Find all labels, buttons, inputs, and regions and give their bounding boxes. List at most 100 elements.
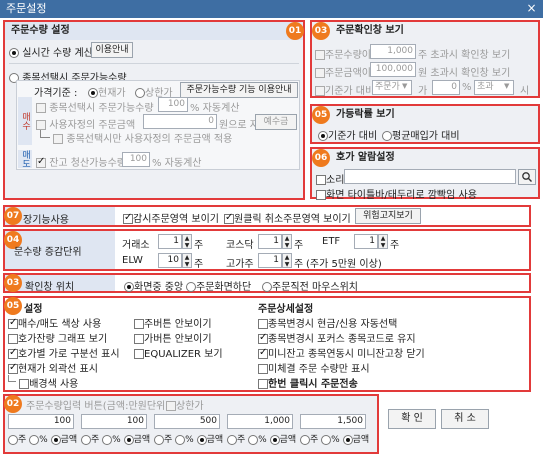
qty-button-input-5[interactable]: 1,500 xyxy=(300,414,366,429)
checkbox[interactable] xyxy=(8,362,18,374)
setting-buysell-color[interactable]: 매수/매도 색상 사용 xyxy=(8,315,101,330)
qty-mode-group-2[interactable]: 주 % 금액 xyxy=(81,432,150,445)
etf-step-input[interactable]: 1 xyxy=(354,234,378,249)
radio[interactable] xyxy=(196,434,207,445)
current-price-option[interactable]: 현재가 xyxy=(88,84,126,99)
radio[interactable] xyxy=(8,434,18,445)
radio[interactable] xyxy=(321,434,332,445)
detail-auto-cash-credit[interactable]: 종목변경시 현금/신용 자동선택 xyxy=(258,315,397,330)
checkbox[interactable] xyxy=(134,319,144,329)
radio[interactable] xyxy=(175,434,186,445)
radio[interactable] xyxy=(102,434,113,445)
elw-spinner[interactable]: ▲ ▼ xyxy=(182,253,192,268)
realtime-radio[interactable] xyxy=(9,48,19,58)
radio[interactable] xyxy=(123,434,134,445)
setting-hide-price-button[interactable]: 가버튼 안보이기 xyxy=(134,330,212,345)
radio[interactable] xyxy=(342,434,353,445)
radio[interactable] xyxy=(29,434,40,445)
kosdaq-step-input[interactable]: 1 xyxy=(258,234,282,249)
setting-divider-lines[interactable]: 호가별 가로 구분선 표시 xyxy=(8,345,120,360)
radio[interactable] xyxy=(269,434,280,445)
usage-guide-button[interactable]: 이용안내 xyxy=(91,42,133,58)
checkbox[interactable] xyxy=(19,379,30,389)
base-price-rate-option[interactable]: 기준가 대비 xyxy=(318,127,377,142)
deposit-button[interactable]: 예수금 xyxy=(255,114,297,130)
mouse-position-option[interactable]: 주문직전 마우스위치 xyxy=(262,278,358,293)
center-position-option[interactable]: 화면중 중앙 xyxy=(124,278,183,293)
checkbox[interactable] xyxy=(258,364,268,374)
buy-qty-percent-input[interactable]: 100 xyxy=(158,97,188,112)
etf-spinner[interactable]: ▲ ▼ xyxy=(378,234,388,249)
bottom-position-option[interactable]: 주문화면하단 xyxy=(186,278,251,293)
custom-amount-only-checkbox[interactable] xyxy=(53,134,64,144)
detail-close-mini-balance[interactable]: 미니잔고 종목연동시 미니잔고창 닫기 xyxy=(258,345,425,360)
search-icon[interactable] xyxy=(518,169,536,185)
buy-item-qty-checkbox[interactable] xyxy=(36,103,46,113)
qty-confirm-checkbox[interactable] xyxy=(315,50,325,60)
oneclick-cancel-area-option[interactable]: 원클릭 취소주문영역 보이기 xyxy=(224,210,351,225)
setting-hide-qty-button[interactable]: 주버튼 안보이기 xyxy=(134,315,212,330)
kosdaq-spinner[interactable]: ▲ ▼ xyxy=(282,234,292,249)
center-position-radio[interactable] xyxy=(124,282,134,292)
ok-button[interactable]: 확 인 xyxy=(388,409,436,429)
checkbox[interactable] xyxy=(134,334,144,344)
konex-step-input[interactable]: 1 xyxy=(258,253,282,268)
checkbox[interactable] xyxy=(258,319,268,329)
konex-spinner[interactable]: ▲ ▼ xyxy=(282,253,292,268)
elw-step-input[interactable]: 10 xyxy=(158,253,182,268)
flash-checkbox[interactable] xyxy=(316,190,326,200)
detail-one-click-send[interactable]: 한번 클릭시 주문전송 xyxy=(258,375,358,390)
base-price-confirm-option[interactable]: 기준가 대비 xyxy=(315,82,374,97)
risk-notice-button[interactable]: 위험고지보기 xyxy=(355,208,421,224)
chevron-down-icon[interactable]: ▼ xyxy=(504,82,509,90)
checkbox[interactable] xyxy=(258,332,268,344)
realtime-qty-option[interactable]: 실시간 수량 계산 xyxy=(9,44,93,59)
custom-amount-checkbox[interactable] xyxy=(36,120,46,130)
upper-limit-radio[interactable] xyxy=(135,88,145,98)
radio[interactable] xyxy=(248,434,259,445)
price-percent-input[interactable]: 0 xyxy=(432,80,460,95)
watch-order-area-checkbox[interactable] xyxy=(123,212,133,224)
qty-button-input-1[interactable]: 100 xyxy=(8,414,74,429)
sell-balance-qty-option[interactable]: 잔고 청산가능수량 xyxy=(36,154,126,169)
chevron-down-icon[interactable]: ▼ xyxy=(402,82,407,90)
current-price-radio[interactable] xyxy=(88,88,98,98)
flash-option[interactable]: 화면 타이틀바/태두리로 깜빡임 사용 xyxy=(316,186,477,201)
setting-equalizer[interactable]: EQUALIZER 보기 xyxy=(134,345,223,360)
checkbox[interactable] xyxy=(8,334,18,344)
radio[interactable] xyxy=(81,434,91,445)
base-price-confirm-checkbox[interactable] xyxy=(315,86,325,96)
upper-limit-check-option[interactable]: 상한가 xyxy=(166,397,204,412)
mouse-position-radio[interactable] xyxy=(262,282,272,292)
radio[interactable] xyxy=(300,434,310,445)
custom-amount-option[interactable]: 사용자정의 주문금액 xyxy=(36,116,135,131)
checkbox[interactable] xyxy=(134,349,144,359)
detail-keep-focus[interactable]: 종목변경시 포커스 종목코드로 유지 xyxy=(258,330,416,345)
upper-limit-checkbox[interactable] xyxy=(166,401,176,411)
custom-amount-input[interactable]: 0 xyxy=(143,114,217,129)
radio[interactable] xyxy=(50,434,61,445)
qty-mode-group-1[interactable]: 주 % 금액 xyxy=(8,432,77,445)
qty-mode-group-5[interactable]: 주 % 금액 xyxy=(300,432,369,445)
amount-confirm-option[interactable]: 주문금액이 xyxy=(315,64,371,79)
cancel-button[interactable]: 취 소 xyxy=(441,409,489,429)
setting-current-outline[interactable]: 현재가 외곽선 표시 xyxy=(8,360,98,375)
qty-confirm-option[interactable]: 주문수량이 xyxy=(315,46,371,61)
bottom-position-radio[interactable] xyxy=(186,282,196,292)
qty-button-input-4[interactable]: 1,000 xyxy=(227,414,293,429)
custom-amount-only-option[interactable]: 종목선택시만 사용자정의 주문금액 적용 xyxy=(40,130,232,145)
qty-threshold-input[interactable]: 1,000 xyxy=(370,44,416,59)
avg-price-rate-option[interactable]: 평균매입가 대비 xyxy=(382,127,460,142)
watch-order-area-option[interactable]: 감시주문영역 보이기 xyxy=(123,210,219,225)
qty-mode-group-4[interactable]: 주 % 금액 xyxy=(227,432,296,445)
amount-confirm-checkbox[interactable] xyxy=(315,68,325,78)
sell-balance-qty-checkbox[interactable] xyxy=(36,156,46,168)
checkbox[interactable] xyxy=(258,347,268,359)
avg-price-rate-radio[interactable] xyxy=(382,131,392,141)
sound-option[interactable]: 소리 xyxy=(316,171,344,186)
item-qty-guide-button[interactable]: 주문가능수량 기능 이용안내 xyxy=(180,82,298,98)
base-price-rate-radio[interactable] xyxy=(318,131,328,141)
checkbox[interactable] xyxy=(8,347,18,359)
kospi-step-input[interactable]: 1 xyxy=(158,234,182,249)
buy-item-qty-option[interactable]: 종목선택시 주문가능수량 xyxy=(36,99,154,114)
